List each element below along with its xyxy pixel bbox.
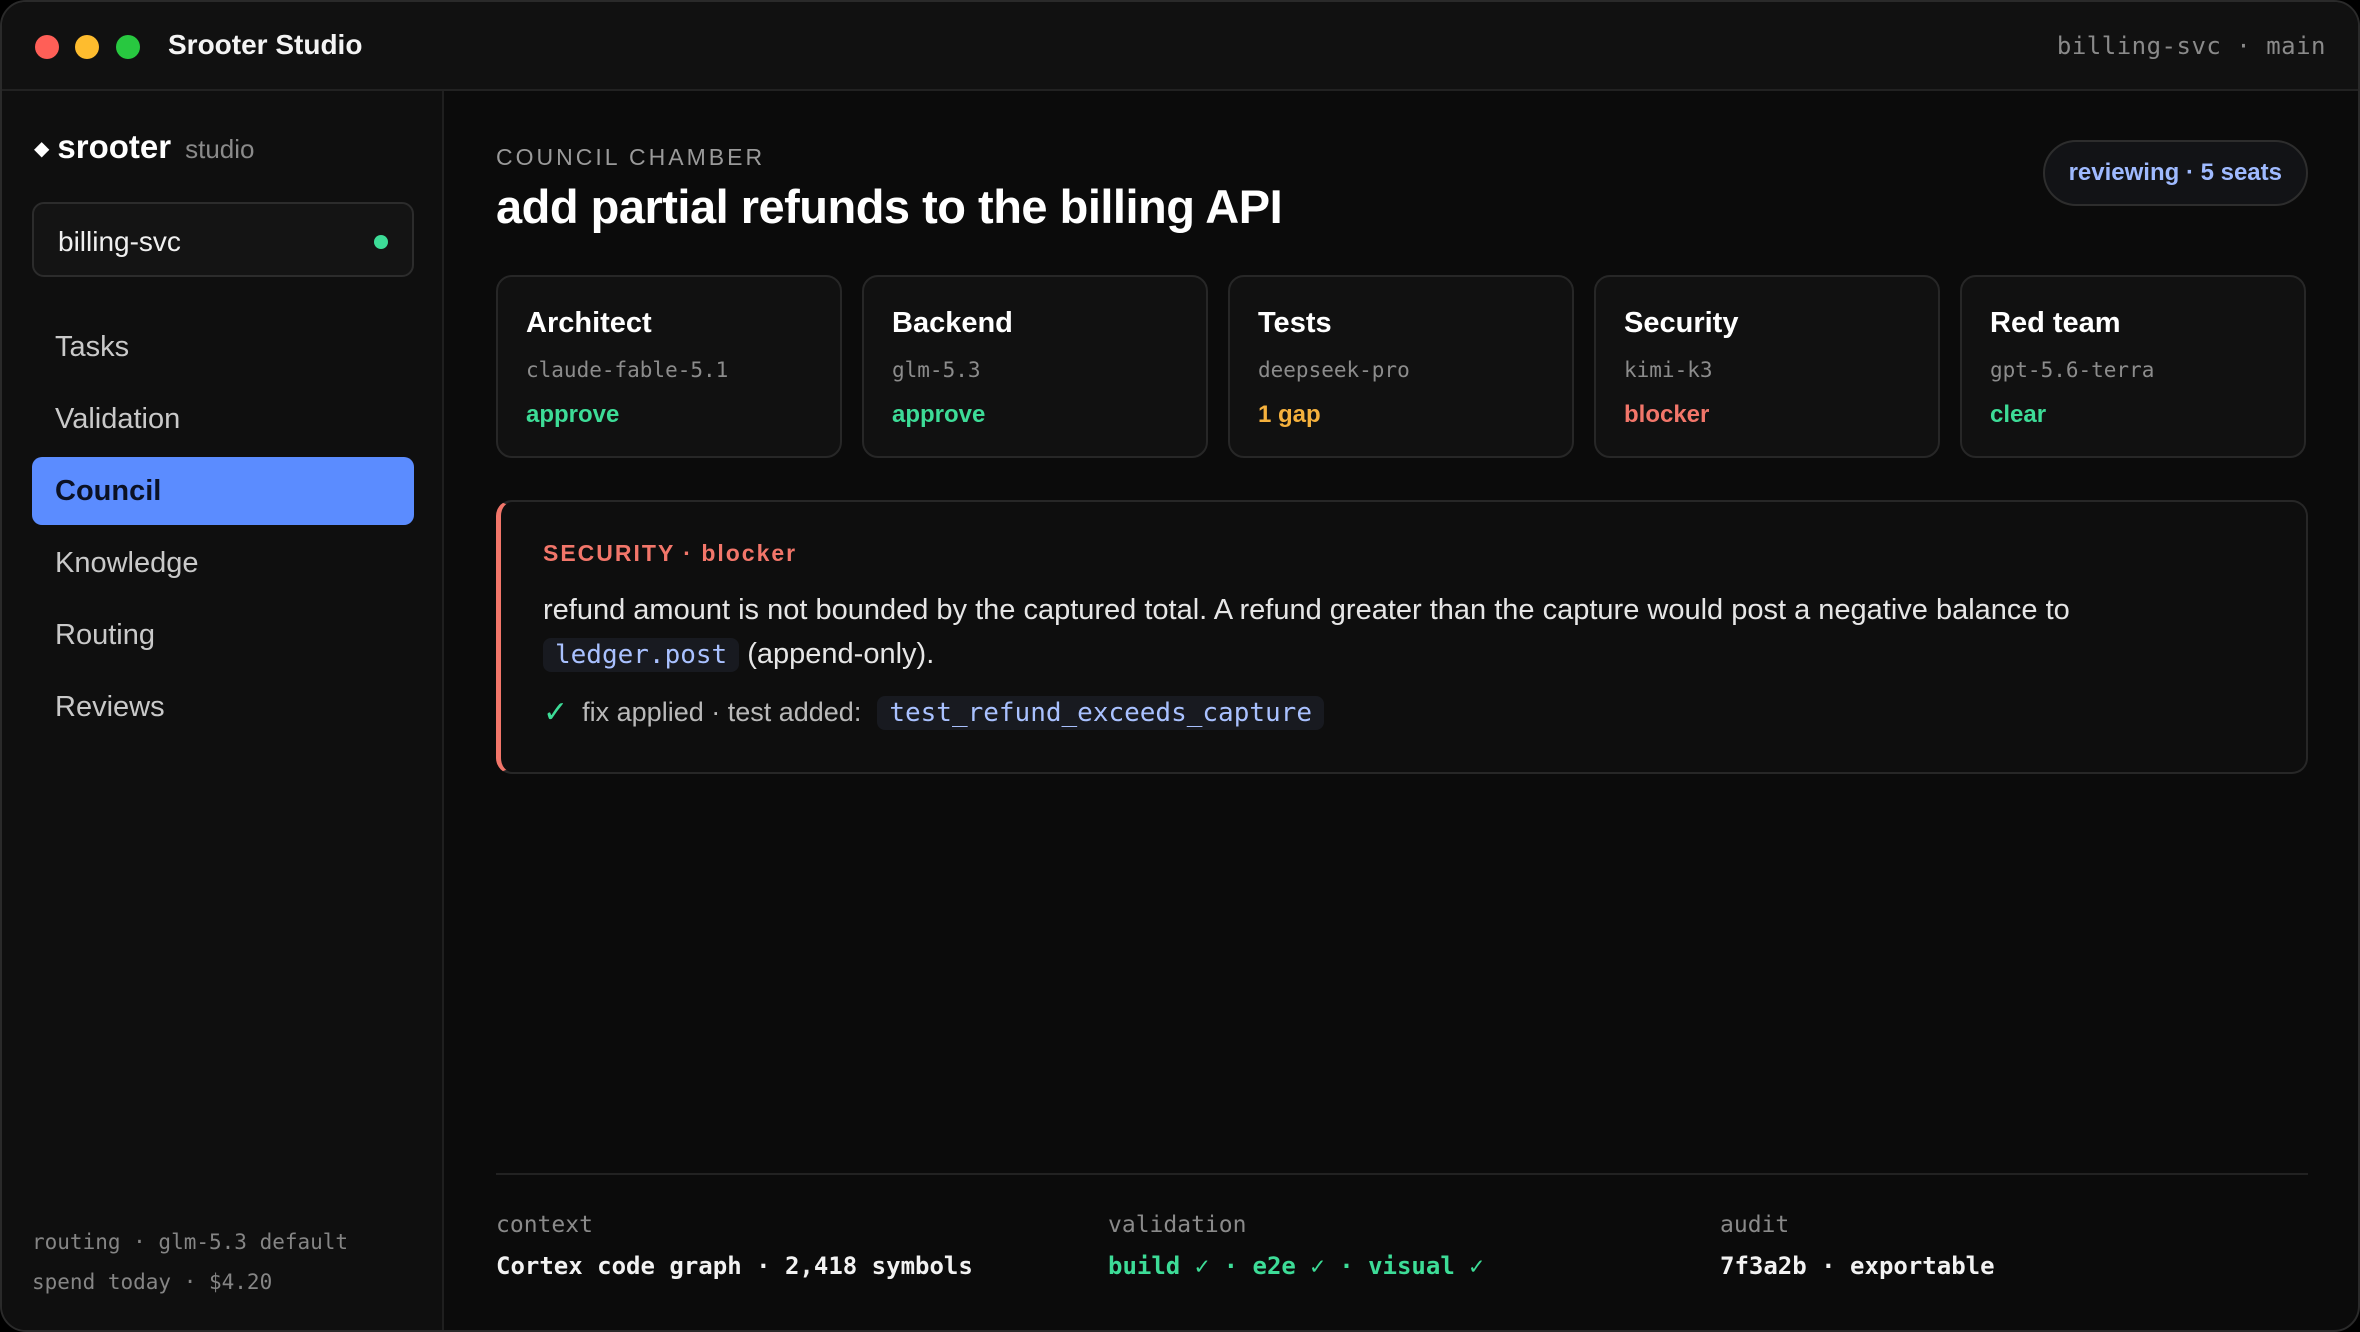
seat-model: kimi-k3 (1624, 358, 1713, 382)
seat-role: Backend (892, 307, 1013, 339)
seat-model: deepseek-pro (1258, 358, 1410, 382)
sidebar-item-council[interactable]: Council (32, 457, 414, 525)
page-title: add partial refunds to the billing API (496, 180, 1283, 233)
seat-model: claude-fable-5.1 (526, 358, 729, 382)
seat-card-tests[interactable]: Tests deepseek-pro 1 gap (1228, 275, 1574, 458)
diamond-icon: ◆ (34, 138, 50, 160)
repo-branch-indicator: billing-svc · main (2056, 32, 2326, 60)
spend-info: spend today · $4.20 (32, 1270, 273, 1294)
check-icon: ✓ (543, 696, 569, 729)
minimize-window-button[interactable] (75, 35, 99, 59)
project-status-dot (374, 235, 388, 249)
seat-verdict: 1 gap (1258, 401, 1321, 428)
seat-verdict: blocker (1624, 401, 1710, 428)
seat-card-architect[interactable]: Architect claude-fable-5.1 approve (496, 275, 842, 458)
sidebar-item-routing[interactable]: Routing (32, 601, 414, 669)
brand-logo: ◆ srooter studio (34, 128, 254, 166)
context-label: context (496, 1212, 593, 1238)
seat-model: gpt-5.6-terra (1990, 358, 2155, 382)
seat-role: Architect (526, 307, 652, 339)
validation-value: build ✓ · e2e ✓ · visual ✓ (1108, 1252, 1484, 1280)
seat-verdict: approve (892, 401, 986, 428)
maximize-window-button[interactable] (116, 35, 140, 59)
finding-suffix: (append-only). (747, 638, 935, 670)
app-window: Srooter Studio billing-svc · main ◆ sroo… (0, 0, 2360, 1332)
sidebar-item-tasks[interactable]: Tasks (32, 313, 414, 381)
sidebar-item-knowledge[interactable]: Knowledge (32, 529, 414, 597)
audit-stat: audit 7f3a2b · exportable (1720, 1212, 1995, 1280)
seat-verdict: approve (526, 401, 620, 428)
context-value: Cortex code graph · 2,418 symbols (496, 1252, 973, 1280)
seat-card-security[interactable]: Security kimi-k3 blocker (1594, 275, 1940, 458)
seat-role: Security (1624, 307, 1739, 339)
sidebar: ◆ srooter studio billing-svc Tasks Valid… (2, 91, 444, 1330)
project-name: billing-svc (58, 226, 181, 257)
context-stat: context Cortex code graph · 2,418 symbol… (496, 1212, 973, 1280)
seat-card-backend[interactable]: Backend glm-5.3 approve (862, 275, 1208, 458)
validation-label: validation (1108, 1212, 1247, 1238)
brand-subtitle: studio (185, 134, 255, 164)
security-finding-card: SECURITY · blocker refund amount is not … (496, 500, 2308, 774)
validation-stat: validation build ✓ · e2e ✓ · visual ✓ (1108, 1212, 1484, 1280)
council-seats: Architect claude-fable-5.1 approve Backe… (496, 275, 2306, 458)
finding-text: refund amount is not bounded by the capt… (543, 594, 2070, 626)
brand-name: srooter (57, 128, 172, 165)
finding-body: refund amount is not bounded by the capt… (543, 588, 2263, 677)
audit-value: 7f3a2b · exportable (1720, 1252, 1995, 1280)
seat-card-red-team[interactable]: Red team gpt-5.6-terra clear (1960, 275, 2306, 458)
fix-status: ✓ fix applied · test added: test_refund_… (543, 695, 1324, 730)
status-badge: reviewing · 5 seats (2042, 140, 2308, 206)
code-reference: ledger.post (543, 638, 740, 672)
close-window-button[interactable] (35, 35, 59, 59)
project-selector[interactable]: billing-svc (32, 202, 414, 277)
sidebar-item-validation[interactable]: Validation (32, 385, 414, 453)
main-content: COUNCIL CHAMBER add partial refunds to t… (446, 91, 2358, 1330)
title-bar: Srooter Studio billing-svc · main (2, 2, 2358, 91)
footer-divider (496, 1173, 2308, 1175)
audit-label: audit (1720, 1212, 1790, 1238)
seat-verdict: clear (1990, 401, 2047, 428)
seat-role: Tests (1258, 307, 1332, 339)
sidebar-nav: Tasks Validation Council Knowledge Routi… (32, 313, 414, 745)
sidebar-item-reviews[interactable]: Reviews (32, 673, 414, 741)
routing-info: routing · glm-5.3 default (32, 1230, 349, 1254)
section-eyebrow: COUNCIL CHAMBER (496, 144, 766, 170)
test-name: test_refund_exceeds_capture (877, 695, 1324, 730)
window-title: Srooter Studio (168, 29, 363, 60)
finding-header: SECURITY · blocker (543, 540, 798, 566)
seat-model: glm-5.3 (892, 358, 981, 382)
seat-role: Red team (1990, 307, 2121, 339)
sidebar-footer: routing · glm-5.3 default spend today · … (32, 1222, 348, 1302)
fix-text: fix applied · test added: (582, 697, 862, 727)
